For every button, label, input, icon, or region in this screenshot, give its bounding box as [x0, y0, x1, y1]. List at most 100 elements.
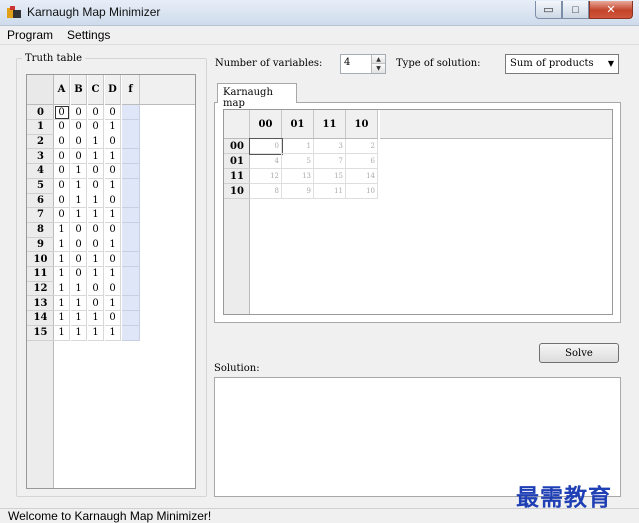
- truth-table-cell: 0: [54, 163, 70, 179]
- kmap-cell[interactable]: 13: [282, 169, 314, 184]
- kmap-row-header: 11: [224, 169, 250, 184]
- spinner-up-icon[interactable]: ▲: [372, 55, 385, 64]
- truth-table-f-cell[interactable]: [122, 134, 140, 150]
- truth-table-f-cell[interactable]: [122, 266, 140, 282]
- truth-table-f-cell[interactable]: [122, 252, 140, 267]
- truth-table-f-cell[interactable]: [122, 325, 140, 341]
- truth-table-f-cell[interactable]: [122, 310, 140, 326]
- truth-table-f-cell[interactable]: [122, 237, 140, 253]
- solution-type-select[interactable]: Sum of products ▼: [505, 54, 619, 74]
- status-text: Welcome to Karnaugh Map Minimizer!: [8, 509, 212, 523]
- title-bar[interactable]: Karnaugh Map Minimizer ▭ □ ✕: [0, 0, 639, 26]
- truth-table-f-cell[interactable]: [122, 163, 140, 179]
- truth-table-row-header[interactable]: 7: [27, 208, 54, 223]
- truth-table-row-header[interactable]: 10: [27, 252, 54, 267]
- truth-table-row-header[interactable]: 14: [27, 311, 54, 326]
- num-vars-value[interactable]: 4: [344, 57, 350, 68]
- truth-table-cell: 1: [88, 310, 104, 326]
- truth-table-cell: 1: [71, 163, 87, 179]
- truth-table-cell: 0: [88, 222, 104, 238]
- truth-table-row-header[interactable]: 3: [27, 149, 54, 165]
- kmap-cell[interactable]: 2: [346, 139, 378, 154]
- truth-table-row-header[interactable]: 4: [27, 164, 54, 179]
- truth-table-cell: 1: [105, 119, 121, 135]
- truth-table-row-header[interactable]: 6: [27, 193, 54, 209]
- truth-table-cell: 1: [105, 178, 121, 194]
- kmap-cell[interactable]: 3: [314, 139, 346, 154]
- minimize-icon: ▭: [543, 4, 554, 16]
- truth-table-cell: 0: [71, 252, 87, 267]
- truth-table-cell: 0: [54, 105, 70, 120]
- kmap-cell[interactable]: 1: [282, 139, 314, 154]
- truth-table-row-header[interactable]: 11: [27, 267, 54, 282]
- truth-table-cell: 1: [71, 281, 87, 297]
- truth-table-f-cell[interactable]: [122, 207, 140, 223]
- truth-table-cell: 0: [71, 222, 87, 238]
- minimize-button[interactable]: ▭: [535, 1, 562, 19]
- kmap-cell[interactable]: 10: [346, 184, 378, 199]
- kmap-cell[interactable]: 9: [282, 184, 314, 199]
- truth-table-cell: 1: [54, 296, 70, 312]
- kmap-cell[interactable]: 11: [314, 184, 346, 199]
- maximize-button[interactable]: □: [562, 1, 589, 19]
- kmap-cell[interactable]: 12: [250, 169, 282, 184]
- truth-table-cell: 1: [105, 266, 121, 282]
- truth-table-f-cell[interactable]: [122, 222, 140, 238]
- chevron-down-icon: ▼: [607, 59, 614, 68]
- menu-settings[interactable]: Settings: [60, 26, 117, 44]
- num-vars-spinner[interactable]: 4 ▲ ▼: [340, 54, 386, 74]
- kmap-cell[interactable]: 8: [250, 184, 282, 199]
- truth-table-f-cell[interactable]: [122, 281, 140, 297]
- solve-button-label: Solve: [565, 347, 593, 359]
- truth-table-cell: 0: [88, 281, 104, 297]
- kmap-cell[interactable]: 5: [282, 154, 314, 169]
- menu-bar: Program Settings: [0, 26, 639, 45]
- truth-table-row-header[interactable]: 0: [27, 105, 54, 120]
- kmap-cell[interactable]: 4: [250, 154, 282, 169]
- kmap-cell[interactable]: 7: [314, 154, 346, 169]
- close-icon: ✕: [606, 4, 616, 16]
- truth-table-row-header[interactable]: 13: [27, 296, 54, 312]
- truth-table-row-header[interactable]: 9: [27, 237, 54, 253]
- maximize-icon: □: [572, 3, 579, 16]
- truth-table-row-header[interactable]: 15: [27, 326, 54, 341]
- truth-table-f-cell[interactable]: [122, 105, 140, 120]
- truth-table-cell: 1: [54, 325, 70, 341]
- kmap-cell[interactable]: 0: [249, 138, 283, 155]
- truth-table-cell: 1: [88, 325, 104, 341]
- truth-table-row-header[interactable]: 8: [27, 223, 54, 238]
- truth-table-header: A: [54, 75, 70, 105]
- kmap-cell[interactable]: 15: [314, 169, 346, 184]
- kmap-header-fill: [380, 110, 612, 139]
- solve-button[interactable]: Solve: [539, 343, 619, 363]
- tab-karnaugh-map[interactable]: Karnaugh map: [217, 83, 297, 109]
- truth-table-row-header[interactable]: 2: [27, 134, 54, 150]
- truth-table-f-cell[interactable]: [122, 119, 140, 135]
- truth-table-cell: 1: [54, 281, 70, 297]
- kmap-col-header: 00: [250, 110, 282, 139]
- kmap-cell[interactable]: 6: [346, 154, 378, 169]
- truth-table-row-header[interactable]: 12: [27, 281, 54, 297]
- kmap-cell[interactable]: 14: [346, 169, 378, 184]
- menu-program[interactable]: Program: [0, 26, 60, 44]
- truth-table-cell: 1: [105, 237, 121, 253]
- truth-table-f-cell[interactable]: [122, 178, 140, 194]
- truth-table-cell: 1: [88, 207, 104, 223]
- truth-table-cell: 1: [88, 193, 104, 209]
- close-button[interactable]: ✕: [589, 1, 633, 19]
- truth-table-header: f: [122, 75, 140, 105]
- truth-table-row-header[interactable]: 5: [27, 179, 54, 194]
- truth-table-f-cell[interactable]: [122, 296, 140, 312]
- spinner-down-icon[interactable]: ▼: [372, 64, 385, 73]
- truth-table[interactable]: ABCDf00000100012001030011401005010160110…: [26, 74, 196, 489]
- truth-table-header-fill: [140, 75, 195, 105]
- truth-table-cell: 0: [71, 237, 87, 253]
- truth-table-cell: 0: [105, 310, 121, 326]
- truth-table-cell: 0: [105, 252, 121, 267]
- karnaugh-map-grid[interactable]: 00 01 11 10 00 0 1 3 2 01 4 5 7 6 11 12 13 15 14 10 8 9 11 10: [223, 109, 613, 315]
- truth-table-f-cell[interactable]: [122, 149, 140, 165]
- truth-table-f-cell[interactable]: [122, 193, 140, 209]
- truth-table-cell: 1: [54, 252, 70, 267]
- window-controls: ▭ □ ✕: [535, 1, 633, 20]
- truth-table-row-header[interactable]: 1: [27, 120, 54, 135]
